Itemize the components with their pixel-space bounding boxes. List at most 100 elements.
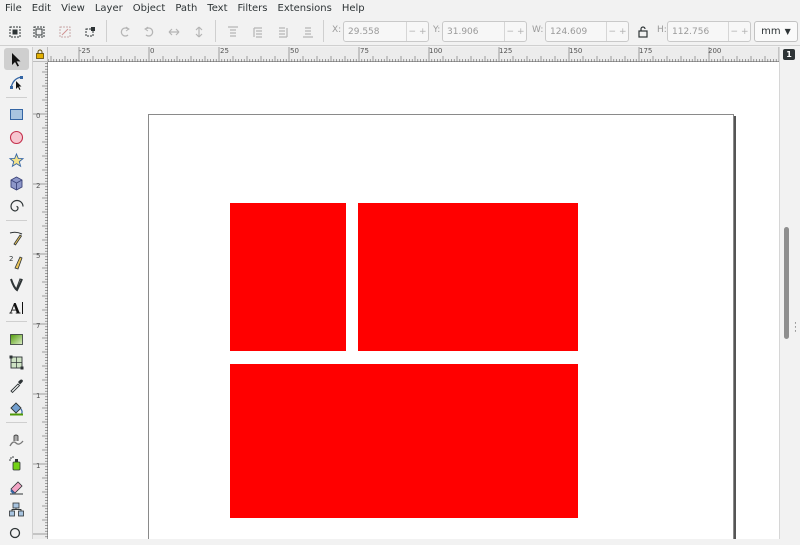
ruler-h-label: 75 [360, 47, 369, 55]
flip-horizontal-icon[interactable] [166, 24, 182, 40]
toolbar-separator [106, 20, 107, 42]
x-value: 29.558 [348, 26, 380, 37]
unit-select[interactable]: mm ▼ [754, 21, 798, 42]
menu-edit[interactable]: Edit [27, 0, 56, 17]
ruler-h-label: 150 [569, 47, 583, 55]
touch-select-icon[interactable] [82, 24, 98, 40]
selector-tool-icon[interactable] [4, 48, 29, 70]
panel-grip-icon[interactable]: · · · [794, 320, 797, 337]
ruler-h-label: 175 [639, 47, 653, 55]
spray-tool-icon[interactable] [4, 452, 29, 474]
rotate-cw-icon[interactable] [141, 24, 157, 40]
toolbox: 2 A [0, 47, 33, 539]
paint-bucket-tool-icon[interactable] [4, 397, 29, 419]
y-stepper[interactable]: − + [504, 22, 526, 41]
eraser-tool-icon[interactable] [4, 475, 29, 497]
rectangle-tool-icon[interactable] [4, 103, 29, 125]
ruler-v-label: 7 [36, 322, 41, 330]
ellipse-tool-icon[interactable] [4, 126, 29, 148]
vertical-ruler[interactable]: 0 2 5 7 1 1 [33, 62, 48, 539]
menu-object[interactable]: Object [128, 0, 171, 17]
menu-extensions[interactable]: Extensions [273, 0, 337, 17]
zoom-tool-icon[interactable] [4, 523, 29, 545]
toolbox-separator [6, 97, 27, 98]
snap-toggle-button[interactable]: 1 [783, 49, 795, 60]
mesh-tool-icon[interactable] [4, 351, 29, 373]
x-label: X: [332, 25, 342, 35]
w-field[interactable]: 124.609 − + [545, 21, 629, 42]
red-rectangle-top-left[interactable] [230, 203, 346, 351]
menu-view[interactable]: View [56, 0, 90, 17]
x-stepper[interactable]: − + [406, 22, 428, 41]
w-stepper[interactable]: − + [606, 22, 628, 41]
pen-tool-icon[interactable]: 2 [4, 250, 29, 272]
menubar: File Edit View Layer Object Path Text Fi… [0, 0, 800, 17]
raise-icon[interactable] [250, 24, 266, 40]
ruler-h-label: 50 [290, 47, 299, 55]
dropper-tool-icon[interactable] [4, 374, 29, 396]
toolbar-separator [215, 20, 216, 42]
node-tool-icon[interactable] [4, 71, 29, 93]
ruler-h-label: -25 [79, 47, 91, 55]
select-all-icon[interactable] [7, 24, 23, 40]
ruler-h-label: 125 [499, 47, 513, 55]
tweak-tool-icon[interactable] [4, 429, 29, 451]
horizontal-ruler[interactable]: -25 0 25 50 75 100 125 150 175 200 [48, 47, 779, 62]
toolbox-separator [6, 422, 27, 423]
raise-to-top-icon[interactable] [225, 24, 241, 40]
star-tool-icon[interactable] [4, 149, 29, 171]
ruler-v-label: 0 [36, 112, 41, 120]
vertical-scrollbar-thumb[interactable] [784, 227, 789, 339]
w-value: 124.609 [550, 26, 588, 37]
ruler-corner-lock-icon[interactable] [33, 47, 48, 62]
red-rectangle-top-right[interactable] [358, 203, 578, 351]
svg-text:A: A [9, 301, 22, 316]
h-field[interactable]: 112.756 − + [667, 21, 751, 42]
menu-help[interactable]: Help [337, 0, 370, 17]
unit-value: mm [761, 26, 781, 37]
ruler-h-label: 200 [708, 47, 722, 55]
ruler-h-label: 100 [429, 47, 443, 55]
vertical-scrollbar[interactable]: 1 · · · [779, 47, 800, 539]
menu-file[interactable]: File [0, 0, 27, 17]
y-field[interactable]: 31.906 − + [442, 21, 527, 42]
flip-vertical-icon[interactable] [191, 24, 207, 40]
calligraphy-tool-icon[interactable] [4, 273, 29, 295]
svg-text:2: 2 [9, 255, 13, 263]
ruler-h-label: 0 [150, 47, 155, 55]
lock-proportions-icon[interactable] [635, 24, 651, 40]
ruler-v-label: 2 [36, 182, 41, 190]
3d-box-tool-icon[interactable] [4, 172, 29, 194]
lower-to-bottom-icon[interactable] [300, 24, 316, 40]
lower-icon[interactable] [275, 24, 291, 40]
gradient-tool-icon[interactable] [4, 328, 29, 350]
h-stepper[interactable]: − + [728, 22, 750, 41]
ruler-v-label: 1 [36, 392, 41, 400]
h-value: 112.756 [672, 26, 710, 37]
pencil-tool-icon[interactable] [4, 227, 29, 249]
ruler-v-label: 1 [36, 462, 41, 470]
x-field[interactable]: 29.558 − + [343, 21, 429, 42]
ruler-v-label: 5 [36, 252, 41, 260]
toolbox-separator [6, 321, 27, 322]
h-label: H: [657, 25, 667, 35]
w-label: W: [532, 25, 544, 35]
menu-layer[interactable]: Layer [90, 0, 128, 17]
toolbox-separator [6, 220, 27, 221]
y-value: 31.906 [447, 26, 479, 37]
menu-path[interactable]: Path [170, 0, 202, 17]
y-label: Y: [433, 25, 441, 35]
menu-filters[interactable]: Filters [233, 0, 273, 17]
drawing-canvas[interactable] [48, 62, 779, 539]
select-all-layers-icon[interactable] [31, 24, 47, 40]
text-tool-icon[interactable]: A [4, 296, 29, 318]
spiral-tool-icon[interactable] [4, 195, 29, 217]
ruler-h-label: 25 [220, 47, 229, 55]
deselect-icon[interactable] [57, 24, 73, 40]
connector-tool-icon[interactable] [4, 498, 29, 520]
toolbar-separator [323, 20, 324, 42]
menu-text[interactable]: Text [202, 0, 232, 17]
rotate-ccw-icon[interactable] [117, 24, 133, 40]
red-rectangle-bottom[interactable] [230, 364, 578, 518]
chevron-down-icon: ▼ [784, 27, 791, 36]
